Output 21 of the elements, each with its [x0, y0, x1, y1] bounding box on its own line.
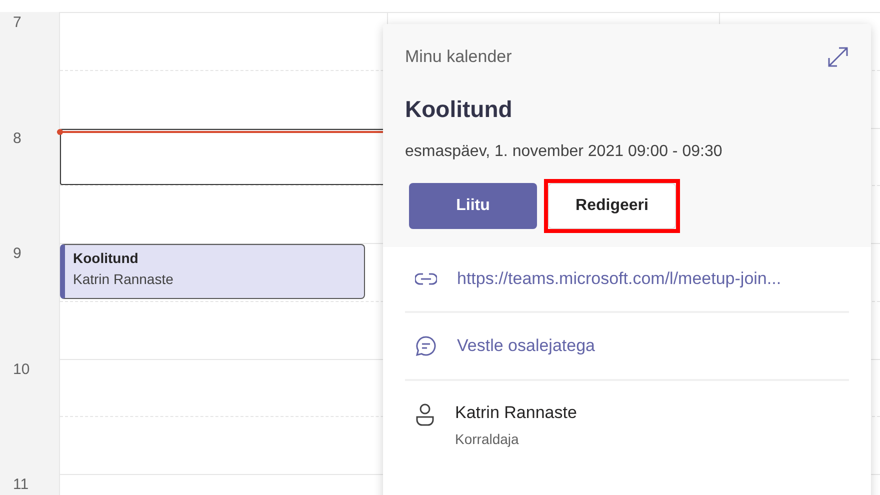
event-block[interactable]: Koolitund Katrin Rannaste: [60, 244, 365, 299]
expand-icon[interactable]: [827, 46, 849, 68]
calendar-name: Minu kalender: [405, 47, 512, 67]
hour-label: 7: [13, 14, 22, 31]
hour-label: 11: [13, 476, 29, 493]
link-icon: [415, 273, 437, 285]
event-datetime: esmaspäev, 1. november 2021 09:00 - 09:30: [405, 143, 724, 161]
event-title: Koolitund: [73, 250, 140, 266]
hour-label: 9: [13, 245, 22, 262]
hour-label: 8: [13, 130, 22, 146]
edit-button[interactable]: Redigeeri: [548, 183, 676, 229]
organizer-role: Korraldaja: [455, 431, 520, 447]
meeting-link[interactable]: https://teams.microsoft.com/l/meetup-join...: [457, 269, 782, 289]
join-button[interactable]: Liitu: [409, 183, 537, 229]
hour-label: 10: [13, 360, 30, 378]
person-icon: [415, 403, 435, 427]
event-title: Koolitund: [405, 96, 514, 123]
organizer-name: Katrin Rannaste: [455, 403, 577, 423]
event-organizer: Katrin Rannaste: [73, 271, 174, 287]
chat-icon: [415, 335, 437, 357]
chat-link[interactable]: Vestle osalejatega: [457, 336, 595, 356]
